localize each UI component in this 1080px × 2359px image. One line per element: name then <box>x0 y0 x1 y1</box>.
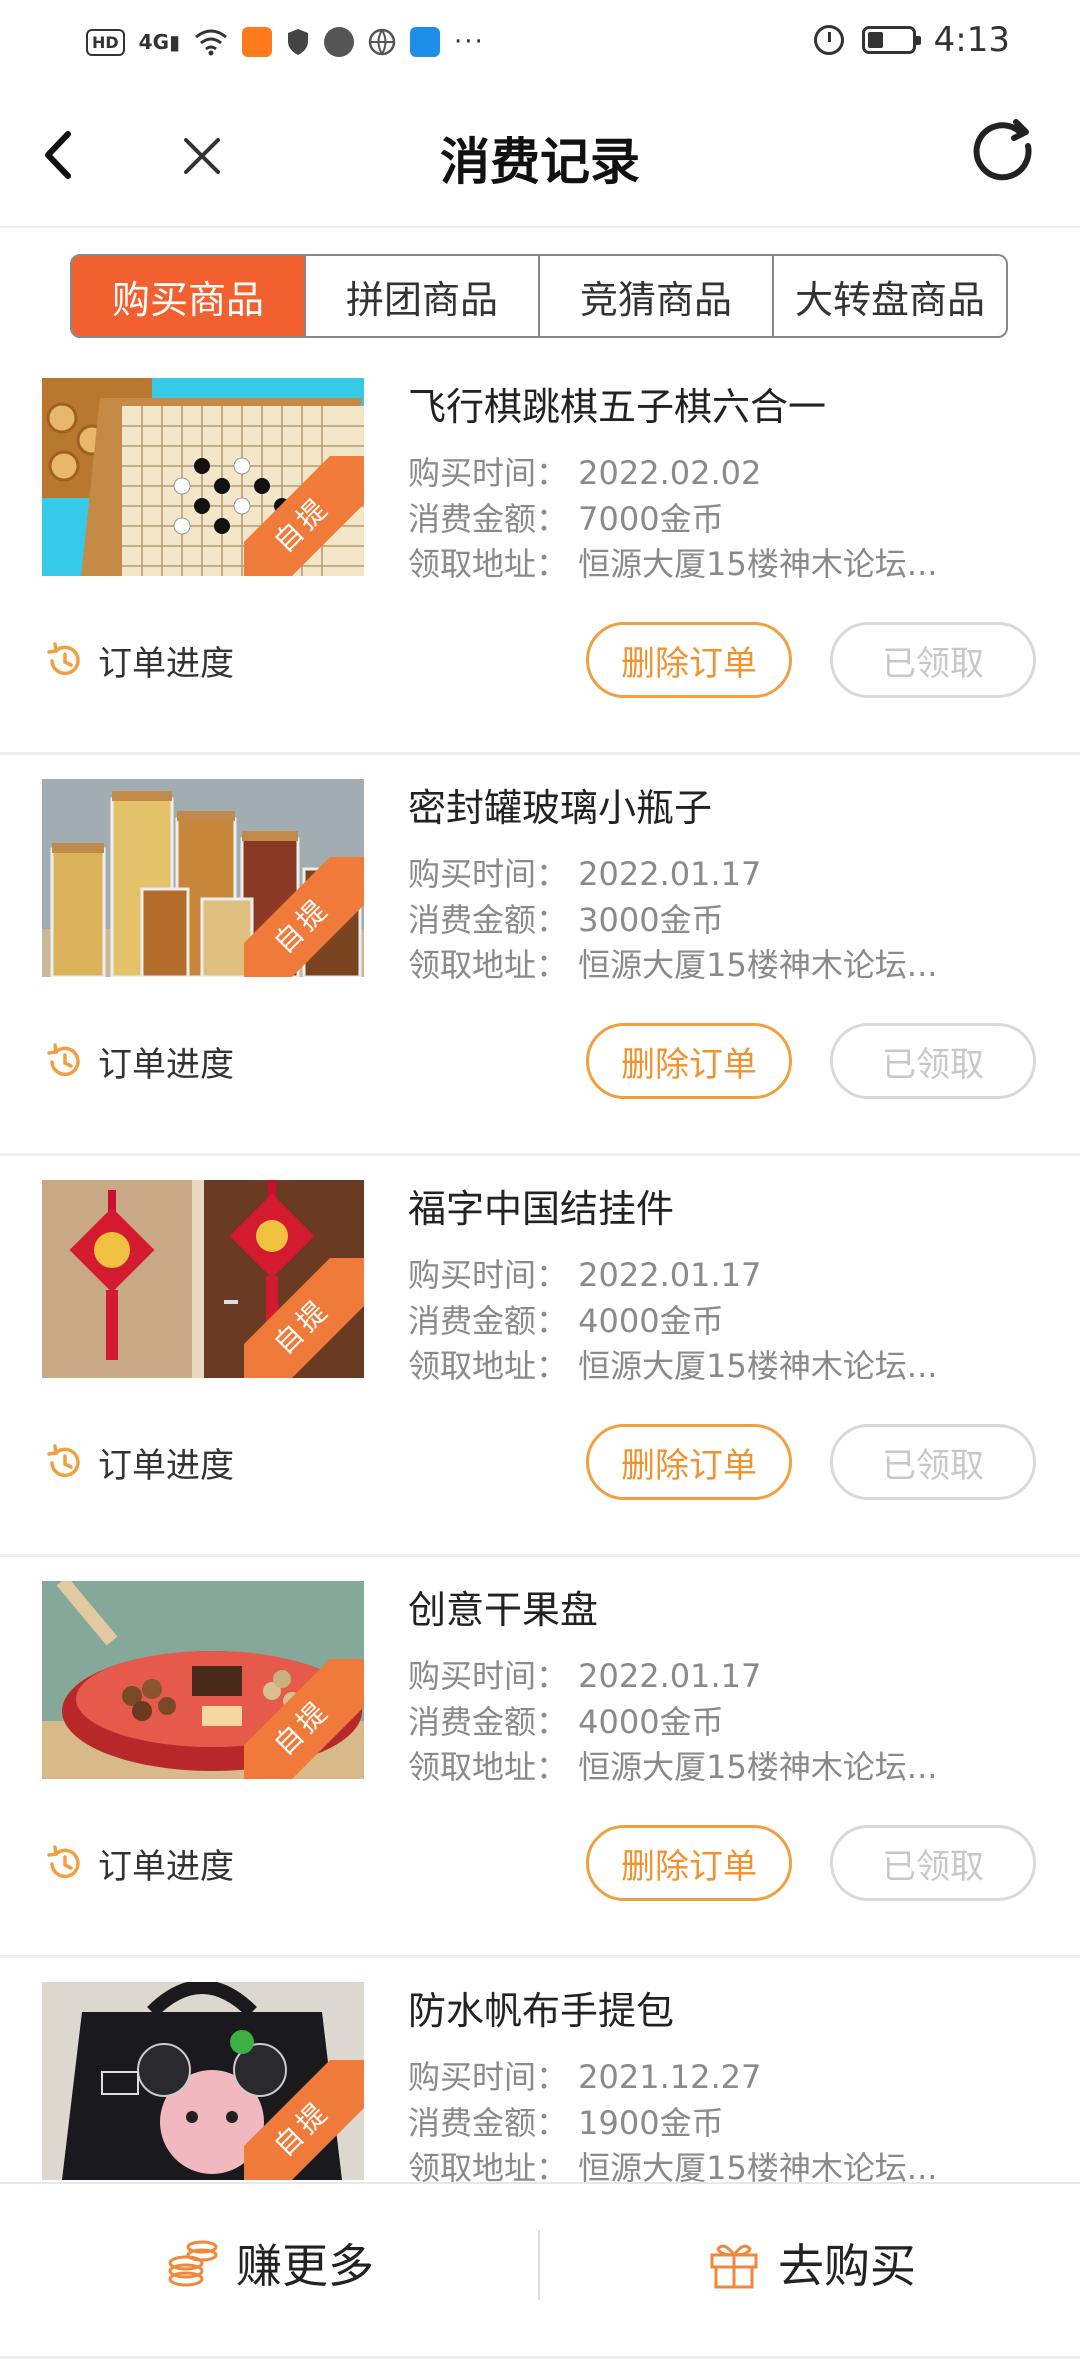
bottom-action-bar: 赚更多 去购买 <box>0 2182 1080 2342</box>
video-app-icon <box>242 27 273 57</box>
delete-order-button[interactable]: 删除订单 <box>586 1023 792 1099</box>
received-status-button[interactable]: 已领取 <box>830 1825 1036 1901</box>
order-item: 自提 密封罐玻璃小瓶子 购买时间： 2022.01.17 消费金额： 3000金… <box>0 755 1080 1156</box>
delete-order-button[interactable]: 删除订单 <box>586 1424 792 1500</box>
alarm-icon <box>813 25 844 55</box>
history-icon <box>47 1844 80 1878</box>
spend-amount: 消费金额： 1900金币 <box>408 2104 724 2142</box>
order-progress-label: 订单进度 <box>98 1045 234 1085</box>
product-name[interactable]: 福字中国结挂件 <box>408 1178 674 1233</box>
received-status-button[interactable]: 已领取 <box>830 622 1036 698</box>
pickup-badge-label: 自提 <box>244 1659 364 1779</box>
received-status-button[interactable]: 已领取 <box>830 1023 1036 1099</box>
spend-amount: 消费金额： 4000金币 <box>408 1302 724 1340</box>
tab-lucky-wheel[interactable]: 大转盘商品 <box>774 256 1006 336</box>
pickup-badge: 自提 <box>244 1258 364 1378</box>
earn-more-label: 赚更多 <box>236 2239 374 2293</box>
order-progress-link[interactable]: 订单进度 <box>44 1438 234 1487</box>
battery-level <box>867 32 883 48</box>
pickup-address: 领取地址： 恒源大厦15楼神木论坛... <box>408 946 938 984</box>
page-title: 消费记录 <box>440 133 640 191</box>
pickup-badge-label: 自提 <box>244 857 364 977</box>
purchase-time: 购买时间： 2021.12.27 <box>408 2058 762 2096</box>
product-image[interactable]: 自提 <box>42 1982 364 2180</box>
pickup-badge: 自提 <box>244 1659 364 1779</box>
pickup-badge: 自提 <box>244 2060 364 2180</box>
pickup-address: 领取地址： 恒源大厦15楼神木论坛... <box>408 1748 938 1786</box>
order-progress-label: 订单进度 <box>98 1847 234 1887</box>
globe-icon <box>368 28 396 56</box>
hd-indicator: HD <box>86 28 125 56</box>
product-image[interactable]: 自提 <box>42 378 364 576</box>
product-name[interactable]: 防水帆布手提包 <box>408 1980 674 2035</box>
order-item: 自提 飞行棋跳棋五子棋六合一 购买时间： 2022.02.02 消费金额： 70… <box>0 354 1080 755</box>
order-list: 自提 飞行棋跳棋五子棋六合一 购买时间： 2022.02.02 消费金额： 70… <box>0 354 1080 2359</box>
pickup-badge-label: 自提 <box>244 2060 364 2180</box>
received-status-button[interactable]: 已领取 <box>830 1424 1036 1500</box>
tab-guess[interactable]: 竞猜商品 <box>540 256 774 336</box>
go-buy-label: 去购买 <box>778 2239 916 2293</box>
category-tabs: 购买商品 拼团商品 竞猜商品 大转盘商品 <box>70 254 1008 338</box>
more-notifications-icon: ··· <box>454 27 485 57</box>
status-icons-left: HD 4G▮ ··· <box>86 22 485 62</box>
product-image[interactable]: 自提 <box>42 1180 364 1378</box>
status-bar: HD 4G▮ ··· 4:13 <box>0 0 1080 84</box>
spend-amount: 消费金额： 3000金币 <box>408 901 724 939</box>
pickup-address: 领取地址： 恒源大厦15楼神木论坛... <box>408 545 938 583</box>
order-progress-label: 订单进度 <box>98 1446 234 1486</box>
purchase-time: 购买时间： 2022.01.17 <box>408 1256 762 1294</box>
network-type: 4G <box>138 30 170 54</box>
go-buy-button[interactable]: 去购买 <box>542 2184 1080 2342</box>
delete-order-button[interactable]: 删除订单 <box>586 1825 792 1901</box>
purchase-time: 购买时间： 2022.02.02 <box>408 454 762 492</box>
order-progress-link[interactable]: 订单进度 <box>44 1839 234 1888</box>
order-progress-label: 订单进度 <box>98 644 234 684</box>
nav-header: 消费记录 <box>0 84 1080 228</box>
pickup-badge-label: 自提 <box>244 456 364 576</box>
product-image[interactable]: 自提 <box>42 1581 364 1779</box>
signal-icon: 4G▮ <box>138 30 181 54</box>
pickup-badge: 自提 <box>244 857 364 977</box>
shield-icon <box>288 29 309 55</box>
browser-icon <box>324 27 355 57</box>
weather-app-icon <box>410 27 441 57</box>
spend-amount: 消费金额： 7000金币 <box>408 500 724 538</box>
refresh-icon <box>973 119 1032 181</box>
history-icon <box>47 1443 80 1477</box>
pickup-badge: 自提 <box>244 456 364 576</box>
history-icon <box>47 1042 80 1076</box>
product-name[interactable]: 创意干果盘 <box>408 1579 598 1634</box>
spend-amount: 消费金额： 4000金币 <box>408 1703 724 1741</box>
history-icon <box>47 641 80 675</box>
coins-icon <box>168 2240 218 2287</box>
pickup-address: 领取地址： 恒源大厦15楼神木论坛... <box>408 1347 938 1385</box>
product-name[interactable]: 飞行棋跳棋五子棋六合一 <box>408 376 826 431</box>
wifi-icon <box>195 29 227 56</box>
purchase-time: 购买时间： 2022.01.17 <box>408 855 762 893</box>
order-progress-link[interactable]: 订单进度 <box>44 636 234 685</box>
bottom-bar-divider <box>538 2230 540 2300</box>
refresh-button[interactable] <box>968 116 1040 188</box>
order-item: 自提 创意干果盘 购买时间： 2022.01.17 消费金额： 4000金币 领… <box>0 1557 1080 1958</box>
battery-icon <box>861 26 921 54</box>
product-name[interactable]: 密封罐玻璃小瓶子 <box>408 777 712 832</box>
delete-order-button[interactable]: 删除订单 <box>586 622 792 698</box>
clock: 4:13 <box>933 20 1010 60</box>
order-progress-link[interactable]: 订单进度 <box>44 1037 234 1086</box>
tab-group-buy[interactable]: 拼团商品 <box>306 256 540 336</box>
status-icons-right: 4:13 <box>813 18 1010 62</box>
pickup-badge-label: 自提 <box>244 1258 364 1378</box>
purchase-time: 购买时间： 2022.01.17 <box>408 1657 762 1695</box>
earn-more-button[interactable]: 赚更多 <box>0 2184 538 2342</box>
order-item: 自提 福字中国结挂件 购买时间： 2022.01.17 消费金额： 4000金币… <box>0 1156 1080 1557</box>
gift-icon <box>710 2244 758 2289</box>
tab-purchase[interactable]: 购买商品 <box>72 256 306 336</box>
product-image[interactable]: 自提 <box>42 779 364 977</box>
